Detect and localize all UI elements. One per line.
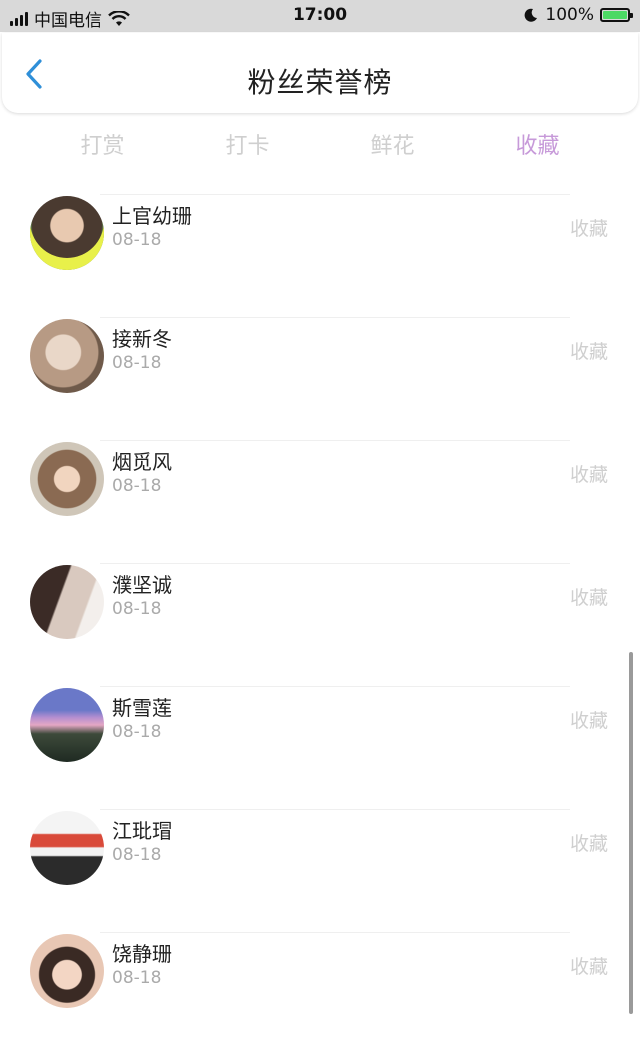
- navigation-bar: 粉丝荣誉榜: [2, 33, 638, 113]
- avatar: [30, 196, 104, 270]
- divider: [100, 563, 570, 564]
- avatar: [30, 811, 104, 885]
- favorite-action[interactable]: 收藏: [570, 583, 608, 610]
- divider: [100, 932, 570, 933]
- fan-name: 上官幼珊: [112, 204, 192, 228]
- fan-name: 江玭瑁: [112, 819, 172, 843]
- avatar: [30, 565, 104, 639]
- tab-bar: 打赏 打卡 鲜花 收藏: [30, 128, 610, 160]
- favorite-action[interactable]: 收藏: [570, 214, 608, 241]
- avatar: [30, 688, 104, 762]
- scrollbar[interactable]: [629, 652, 633, 1014]
- favorite-action[interactable]: 收藏: [570, 952, 608, 979]
- fan-date: 08-18: [112, 845, 162, 865]
- favorite-action[interactable]: 收藏: [570, 337, 608, 364]
- fan-name: 斯雪莲: [112, 696, 172, 720]
- list-item[interactable]: 接新冬 08-18 收藏: [0, 313, 640, 436]
- divider: [100, 809, 570, 810]
- avatar: [30, 442, 104, 516]
- moon-icon: [525, 8, 538, 22]
- list-item[interactable]: 濮坚诚 08-18 收藏: [0, 559, 640, 682]
- divider: [100, 686, 570, 687]
- list-item[interactable]: 斯雪莲 08-18 收藏: [0, 682, 640, 805]
- list-item[interactable]: 烟觅风 08-18 收藏: [0, 436, 640, 559]
- list-item[interactable]: 江玭瑁 08-18 收藏: [0, 805, 640, 928]
- tab-reward[interactable]: 打赏: [30, 128, 175, 160]
- status-right: 100%: [523, 5, 633, 25]
- favorite-action[interactable]: 收藏: [570, 460, 608, 487]
- fan-date: 08-18: [112, 230, 162, 250]
- favorite-action[interactable]: 收藏: [570, 706, 608, 733]
- divider: [100, 194, 570, 195]
- battery-icon: [600, 8, 633, 22]
- fan-list: 上官幼珊 08-18 收藏 接新冬 08-18 收藏 烟觅风 08-18 收藏 …: [0, 190, 640, 1051]
- divider: [100, 317, 570, 318]
- fan-name: 烟觅风: [112, 450, 172, 474]
- battery-percent: 100%: [545, 5, 594, 25]
- fan-date: 08-18: [112, 353, 162, 373]
- fan-name: 濮坚诚: [112, 573, 172, 597]
- status-bar: 中国电信 17:00 100%: [0, 0, 640, 32]
- favorite-action[interactable]: 收藏: [570, 829, 608, 856]
- tab-checkin[interactable]: 打卡: [175, 128, 320, 160]
- page-title: 粉丝荣誉榜: [247, 66, 393, 99]
- avatar: [30, 934, 104, 1008]
- avatar: [30, 319, 104, 393]
- divider: [100, 440, 570, 441]
- list-item[interactable]: 上官幼珊 08-18 收藏: [0, 190, 640, 313]
- fan-date: 08-18: [112, 476, 162, 496]
- tab-flowers[interactable]: 鲜花: [320, 128, 465, 160]
- list-item[interactable]: 饶静珊 08-18 收藏: [0, 928, 640, 1051]
- fan-name: 饶静珊: [112, 942, 172, 966]
- fan-date: 08-18: [112, 722, 162, 742]
- fan-date: 08-18: [112, 968, 162, 988]
- fan-date: 08-18: [112, 599, 162, 619]
- fan-name: 接新冬: [112, 327, 172, 351]
- tab-favorites[interactable]: 收藏: [465, 128, 610, 160]
